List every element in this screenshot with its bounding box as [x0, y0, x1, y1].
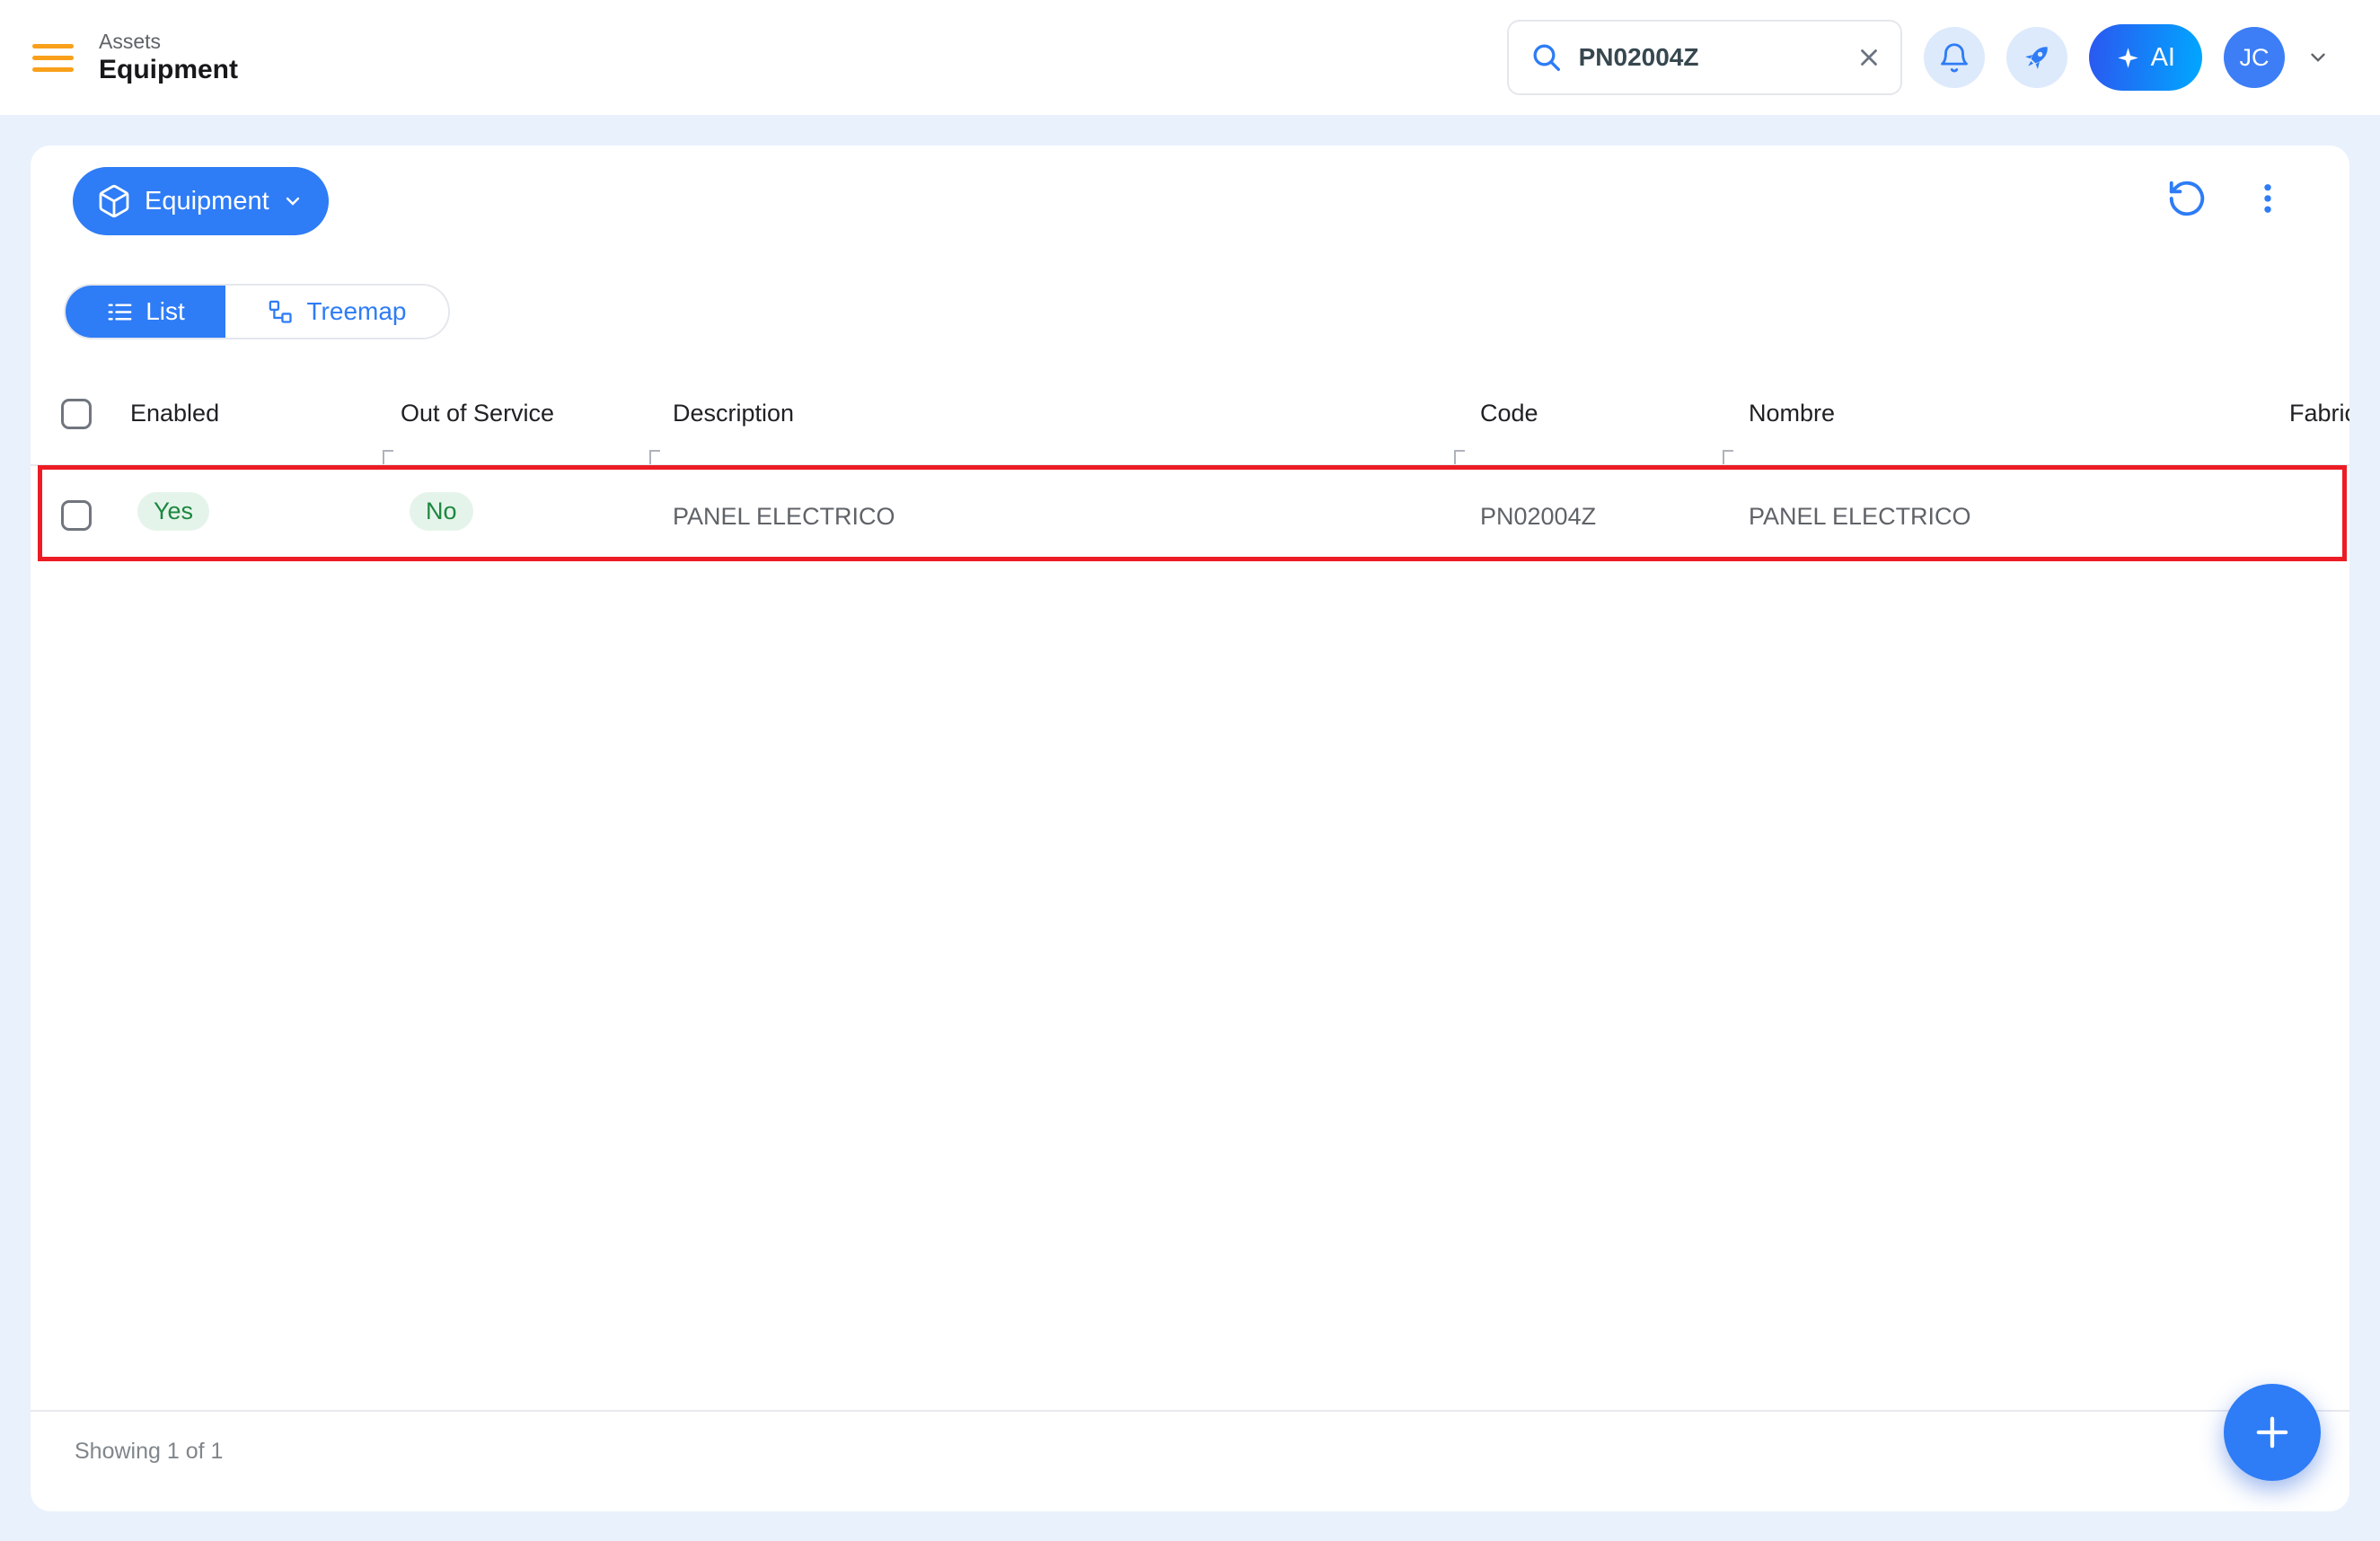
user-menu-button[interactable] — [2306, 46, 2330, 69]
avatar-initials: JC — [2240, 44, 2270, 72]
tab-treemap-label: Treemap — [306, 297, 406, 326]
plus-icon — [2249, 1409, 2296, 1456]
menu-button[interactable] — [32, 44, 74, 72]
tab-treemap-view[interactable]: Treemap — [225, 286, 448, 338]
more-options-button[interactable] — [2249, 180, 2287, 217]
package-icon — [96, 183, 132, 219]
search-input[interactable] — [1579, 43, 1841, 72]
table-header-divider — [31, 464, 2349, 466]
column-header-code[interactable]: Code — [1480, 400, 1538, 427]
tab-list-label: List — [145, 297, 185, 326]
ai-button-label: AI — [2151, 43, 2175, 73]
content-card: Equipment List — [31, 145, 2349, 1511]
column-resize-handle[interactable] — [1454, 450, 1465, 464]
entity-selector-button[interactable]: Equipment — [73, 167, 329, 235]
add-button[interactable] — [2224, 1384, 2321, 1481]
launcher-button[interactable] — [2006, 27, 2067, 88]
notifications-button[interactable] — [1924, 27, 1985, 88]
kebab-menu-icon — [2249, 180, 2287, 217]
column-resize-handle[interactable] — [649, 450, 660, 464]
chevron-down-icon — [2306, 46, 2330, 69]
results-summary: Showing 1 of 1 — [75, 1439, 223, 1465]
global-search — [1507, 20, 1902, 95]
select-all-checkbox[interactable] — [61, 399, 92, 429]
cell-code: PN02004Z — [1480, 503, 1596, 531]
cell-description: PANEL ELECTRICO — [673, 503, 895, 531]
bell-icon — [1937, 40, 1971, 75]
clear-search-button[interactable] — [1856, 44, 1882, 71]
ai-button[interactable]: AI — [2089, 24, 2202, 91]
column-resize-handle[interactable] — [1723, 450, 1733, 464]
footer-divider — [31, 1410, 2349, 1412]
column-header-fabricante[interactable]: Fabricante — [2289, 400, 2349, 427]
column-header-nombre[interactable]: Nombre — [1749, 400, 1835, 427]
column-resize-handle[interactable] — [383, 450, 393, 464]
chevron-down-icon — [282, 190, 304, 212]
header-actions: AI JC — [1507, 20, 2330, 95]
column-header-out-of-service[interactable]: Out of Service — [401, 400, 554, 427]
enabled-badge: Yes — [137, 492, 209, 531]
close-icon — [1856, 44, 1882, 71]
hamburger-icon — [32, 44, 74, 48]
card-actions — [2166, 178, 2287, 219]
table-row[interactable] — [31, 467, 2349, 560]
tab-list-view[interactable]: List — [66, 286, 225, 338]
page-title: Equipment — [99, 54, 238, 85]
view-toggle: List Treemap — [64, 284, 450, 339]
refresh-icon — [2166, 178, 2208, 219]
column-header-enabled[interactable]: Enabled — [130, 400, 219, 427]
list-icon — [106, 298, 134, 326]
column-header-description[interactable]: Description — [673, 400, 794, 427]
user-avatar[interactable]: JC — [2224, 27, 2285, 88]
refresh-button[interactable] — [2166, 178, 2208, 219]
out-of-service-badge: No — [410, 492, 473, 531]
breadcrumb-section: Assets — [99, 30, 238, 54]
cell-nombre: PANEL ELECTRICO — [1749, 503, 1971, 531]
app-screen: Assets Equipment — [0, 0, 2380, 1541]
breadcrumb: Assets Equipment — [99, 30, 238, 86]
rocket-icon — [2020, 40, 2054, 75]
app-header: Assets Equipment — [0, 0, 2380, 115]
treemap-icon — [267, 298, 295, 326]
entity-selector-label: Equipment — [145, 187, 269, 216]
sparkle-icon — [2116, 46, 2140, 70]
row-checkbox[interactable] — [61, 500, 92, 531]
search-icon — [1529, 40, 1565, 75]
